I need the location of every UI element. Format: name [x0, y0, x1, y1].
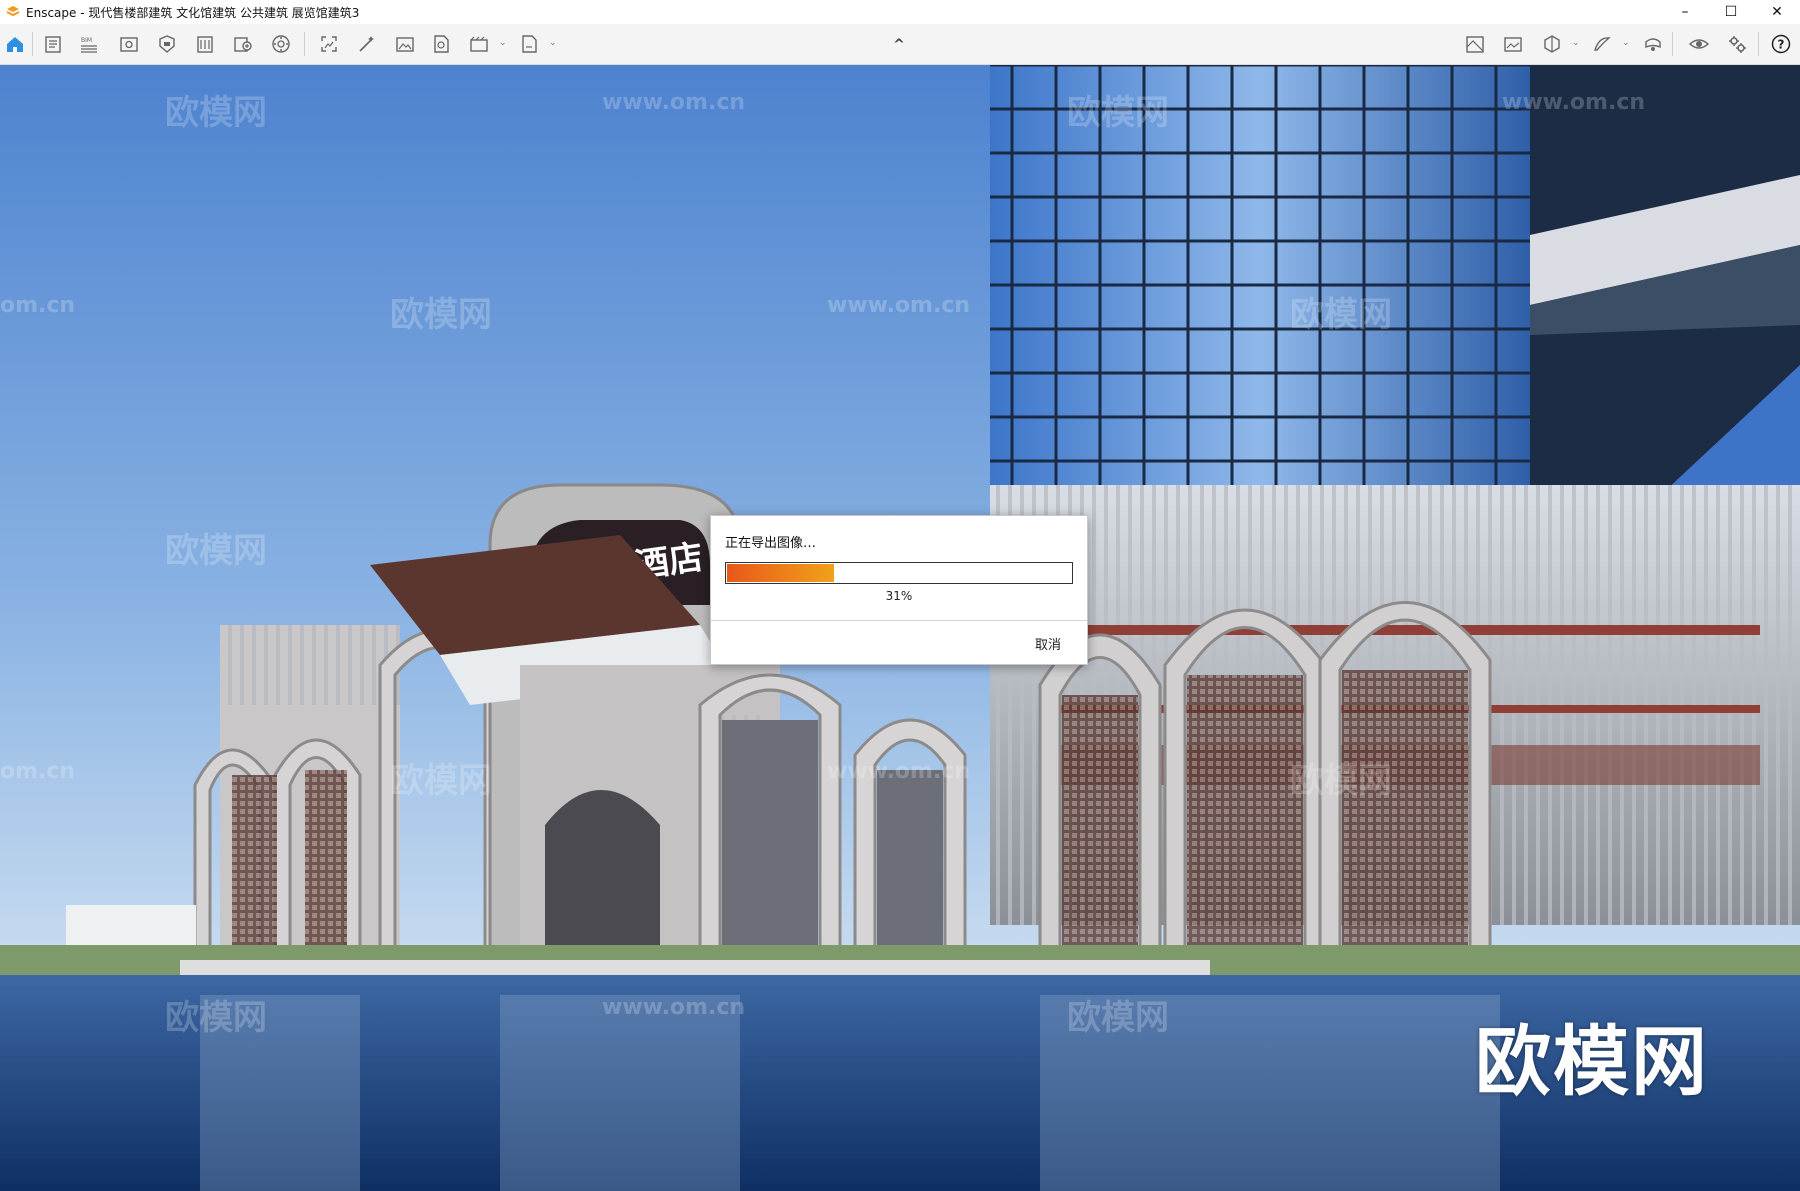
visibility-icon[interactable]	[1686, 31, 1712, 57]
toolbar: BIM ⌄ ⌄ ^ ⌄ ⌄ ?	[0, 24, 1800, 65]
watermark-cn: 欧模网	[1290, 761, 1392, 801]
watermark-url: www.om.cn	[602, 90, 746, 115]
maximize-button[interactable]: ☐	[1708, 0, 1754, 24]
watermark-url: www.om.cn	[1502, 90, 1646, 115]
svg-text:BIM: BIM	[81, 37, 92, 44]
export-progress-fill	[727, 564, 834, 582]
video-dropdown-caret[interactable]: ⌄	[499, 38, 507, 48]
home-icon[interactable]	[2, 31, 28, 57]
asset-icon[interactable]	[154, 31, 180, 57]
material-icon[interactable]	[192, 31, 218, 57]
collapse-caret-label: ^	[893, 37, 905, 53]
watermark-url-partial: om.cn	[0, 759, 76, 784]
watermark-cn: 欧模网	[165, 998, 267, 1038]
help-icon[interactable]: ?	[1768, 31, 1794, 57]
watermark-url: www.om.cn	[827, 759, 971, 784]
window-title: Enscape - 现代售楼部建筑 文化馆建筑 公共建筑 展览馆建筑3	[26, 5, 360, 20]
view-icon[interactable]	[116, 31, 142, 57]
panorama-icon[interactable]	[428, 31, 454, 57]
enscape-logo-icon	[6, 6, 20, 17]
section-dropdown-caret[interactable]: ⌄	[1572, 38, 1580, 48]
export-dropdown-caret[interactable]: ⌄	[549, 38, 557, 48]
settings-icon[interactable]	[1724, 31, 1750, 57]
export-icon[interactable]	[516, 31, 542, 57]
sketch-dropdown-caret[interactable]: ⌄	[1622, 38, 1630, 48]
render-icon[interactable]	[392, 31, 418, 57]
watermark-url-partial: om.cn	[0, 293, 76, 318]
atmosphere-icon[interactable]	[268, 31, 294, 57]
watermark-cn: 欧模网	[165, 531, 267, 571]
watermark-url: www.om.cn	[827, 293, 971, 318]
bim-icon[interactable]: BIM	[76, 31, 102, 57]
export-status-text: 正在导出图像…	[725, 536, 817, 551]
minimize-button[interactable]: –	[1662, 0, 1708, 24]
watermark-cn: 欧模网	[1290, 295, 1392, 335]
section-icon[interactable]	[1539, 31, 1565, 57]
svg-text:?: ?	[1778, 38, 1785, 52]
close-button[interactable]: ✕	[1754, 0, 1800, 24]
video-icon[interactable]	[466, 31, 492, 57]
watermark-cn: 欧模网	[390, 761, 492, 801]
image-icon[interactable]	[1500, 31, 1526, 57]
screenshot-icon[interactable]	[354, 31, 380, 57]
dialog-divider	[711, 620, 1087, 621]
title-bar: Enscape - 现代售楼部建筑 文化馆建筑 公共建筑 展览馆建筑3 – ☐ …	[0, 0, 1800, 24]
export-progress-dialog: 正在导出图像… 31% 取消	[710, 515, 1088, 665]
big-watermark: 欧模网	[1475, 1017, 1709, 1106]
batch-icon[interactable]	[316, 31, 342, 57]
vr-icon[interactable]	[1640, 31, 1666, 57]
notes-icon[interactable]	[40, 31, 66, 57]
watermark-cn: 欧模网	[165, 93, 267, 133]
watermark-url: www.om.cn	[602, 995, 746, 1020]
sketch-icon[interactable]	[1589, 31, 1615, 57]
export-progress-percent: 31%	[885, 589, 913, 603]
map-icon[interactable]	[1462, 31, 1488, 57]
window-controls: – ☐ ✕	[1662, 0, 1800, 24]
cancel-button[interactable]: 取消	[1035, 634, 1061, 653]
export-progress-bar	[725, 562, 1073, 584]
watermark-cn: 欧模网	[390, 295, 492, 335]
watermark-cn: 欧模网	[1067, 93, 1169, 133]
watermark-cn: 欧模网	[1067, 998, 1169, 1038]
library-icon[interactable]	[230, 31, 256, 57]
collapse-caret-icon[interactable]: ^	[886, 36, 912, 54]
